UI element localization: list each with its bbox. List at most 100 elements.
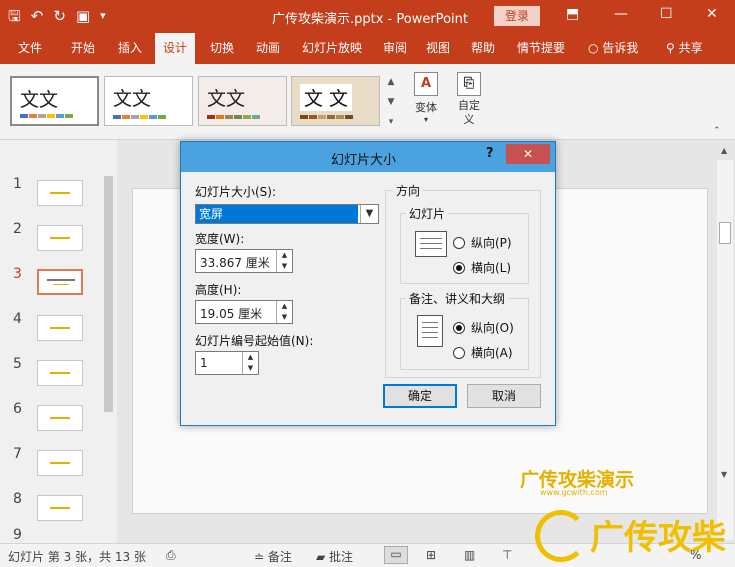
- ribbon-display-options-icon[interactable]: ⬒: [566, 6, 579, 22]
- editor-scrollbar[interactable]: ▲ ▼: [717, 146, 733, 540]
- notes-button[interactable]: ≐ 备注: [254, 548, 292, 565]
- variants-button[interactable]: A 变体 ▾: [410, 72, 442, 124]
- landscape-page-icon: [415, 231, 447, 257]
- theme-office-2[interactable]: 文文: [104, 76, 193, 126]
- dialog-title: 幻灯片大小: [331, 153, 397, 168]
- maximize-icon[interactable]: ☐: [660, 6, 673, 22]
- scrollbar-thumb[interactable]: [104, 176, 113, 412]
- orientation-label: 方向: [393, 182, 424, 199]
- slide-thumbnail[interactable]: [37, 180, 83, 206]
- redo-icon[interactable]: ↻: [53, 6, 66, 26]
- notes-icon: ≐: [254, 550, 268, 564]
- help-icon[interactable]: ?: [486, 146, 494, 161]
- decrement-icon[interactable]: ▼: [277, 261, 292, 272]
- portrait-page-icon: [417, 315, 443, 347]
- radio-circle-checked: [453, 261, 465, 274]
- start-number-spinner[interactable]: 1 ▲ ▼: [195, 351, 259, 375]
- slide-thumbnail[interactable]: [37, 450, 83, 476]
- cancel-button[interactable]: 取消: [467, 384, 541, 408]
- notes-portrait-radio[interactable]: 纵向(O): [453, 319, 514, 336]
- variants-icon: A: [414, 72, 438, 96]
- scroll-up-icon[interactable]: ▲: [721, 146, 727, 155]
- gallery-down-icon[interactable]: ▼: [384, 92, 398, 112]
- minimize-icon[interactable]: —: [614, 6, 628, 22]
- width-spinner[interactable]: 33.867 厘米 ▲ ▼: [195, 249, 293, 273]
- increment-icon[interactable]: ▲: [277, 301, 292, 312]
- slides-portrait-label: 纵向(P): [471, 236, 512, 250]
- customize-qat-icon[interactable]: ▾: [100, 6, 106, 26]
- start-number-value: 1: [200, 356, 208, 370]
- tab-view[interactable]: 视图: [418, 33, 458, 64]
- theme-preview-text: 文 文: [300, 84, 353, 111]
- collapse-ribbon-icon[interactable]: ⌃: [713, 126, 721, 136]
- decrement-icon[interactable]: ▼: [243, 363, 258, 374]
- reading-view-icon[interactable]: ▥: [464, 548, 475, 562]
- height-value: 19.05 厘米: [200, 307, 263, 321]
- chevron-down-icon[interactable]: ▼: [360, 205, 378, 223]
- tab-storyboard[interactable]: 情节提要: [509, 33, 573, 64]
- quick-access-toolbar: 🖫 ↶ ↻ ▣ ▾: [8, 6, 106, 26]
- gallery-more-icon[interactable]: ▾: [384, 112, 398, 132]
- window-title: 广传攻柴演示.pptx - PowerPoint: [272, 12, 468, 27]
- normal-view-icon[interactable]: ▭: [384, 546, 408, 564]
- slides-portrait-radio[interactable]: 纵向(P): [453, 234, 512, 251]
- theme-facet[interactable]: 文文: [198, 76, 287, 126]
- slide-size-select[interactable]: 宽屏 ▼: [195, 204, 379, 224]
- comments-button[interactable]: ▰ 批注: [316, 548, 353, 565]
- tab-animations[interactable]: 动画: [248, 33, 288, 64]
- theme-ink[interactable]: 文 文: [291, 76, 380, 126]
- thumb-number: 5: [13, 356, 22, 372]
- gallery-scroll[interactable]: ▲ ▼ ▾: [384, 72, 398, 132]
- scroll-down-icon[interactable]: ▼: [721, 470, 727, 479]
- customize-button[interactable]: ⎘ 自定义: [452, 72, 486, 127]
- login-button[interactable]: 登录: [494, 6, 540, 26]
- dialog-title-bar[interactable]: 幻灯片大小 ? ✕: [181, 142, 555, 172]
- slide-thumbnail[interactable]: [37, 405, 83, 431]
- share-button[interactable]: ⚲ 共享: [666, 33, 703, 64]
- increment-icon[interactable]: ▲: [243, 352, 258, 363]
- close-icon[interactable]: ✕: [706, 6, 718, 22]
- theme-preview-text: 文文: [207, 88, 246, 110]
- thumb-number: 1: [13, 176, 22, 192]
- thumb-number: 6: [13, 401, 22, 417]
- slide-thumbnail[interactable]: [37, 495, 83, 521]
- slide-thumbnail[interactable]: [37, 360, 83, 386]
- tab-transitions[interactable]: 切换: [202, 33, 242, 64]
- start-number-label: 幻灯片编号起始值(N):: [195, 334, 314, 348]
- slide-thumbnail-current[interactable]: [37, 269, 83, 295]
- width-label: 宽度(W):: [195, 232, 245, 246]
- variants-label: 变体: [415, 101, 437, 114]
- slides-landscape-radio[interactable]: 横向(L): [453, 259, 511, 276]
- tab-slideshow[interactable]: 幻灯片放映: [294, 33, 370, 64]
- increment-icon[interactable]: ▲: [277, 250, 292, 261]
- theme-office[interactable]: 文文: [10, 76, 99, 126]
- undo-icon[interactable]: ↶: [31, 6, 44, 26]
- tab-help[interactable]: 帮助: [463, 33, 503, 64]
- tab-file[interactable]: 文件: [10, 33, 50, 64]
- tab-insert[interactable]: 插入: [110, 33, 150, 64]
- tab-design[interactable]: 设计: [155, 33, 196, 64]
- tab-review[interactable]: 审阅: [375, 33, 415, 64]
- chevron-down-icon: ▾: [423, 115, 428, 124]
- dialog-close-button[interactable]: ✕: [506, 144, 550, 164]
- ribbon-tabs: 文件 开始 插入 设计 切换 动画 幻灯片放映 审阅 视图 帮助 情节提要 ○ …: [0, 33, 735, 64]
- slide-thumbnail[interactable]: [37, 225, 83, 251]
- thumb-number: 2: [13, 221, 22, 237]
- person-icon: ⚲: [666, 41, 679, 55]
- save-icon[interactable]: 🖫: [8, 6, 21, 26]
- height-spinner[interactable]: 19.05 厘米 ▲ ▼: [195, 300, 293, 324]
- slideshow-icon[interactable]: ⊤: [502, 548, 512, 562]
- thumbnail-scrollbar[interactable]: [102, 166, 115, 540]
- scrollbar-thumb[interactable]: [719, 222, 731, 244]
- gallery-up-icon[interactable]: ▲: [384, 72, 398, 92]
- tell-me-search[interactable]: ○ 告诉我: [588, 33, 638, 64]
- tab-home[interactable]: 开始: [63, 33, 103, 64]
- slide-sorter-icon[interactable]: ⊞: [426, 548, 436, 562]
- notes-landscape-radio[interactable]: 横向(A): [453, 344, 513, 361]
- ok-button[interactable]: 确定: [383, 384, 457, 408]
- present-icon[interactable]: ▣: [76, 6, 90, 26]
- spellcheck-icon[interactable]: ⎙: [166, 548, 176, 563]
- decrement-icon[interactable]: ▼: [277, 312, 292, 323]
- thumb-number: 7: [13, 446, 22, 462]
- slide-thumbnail[interactable]: [37, 315, 83, 341]
